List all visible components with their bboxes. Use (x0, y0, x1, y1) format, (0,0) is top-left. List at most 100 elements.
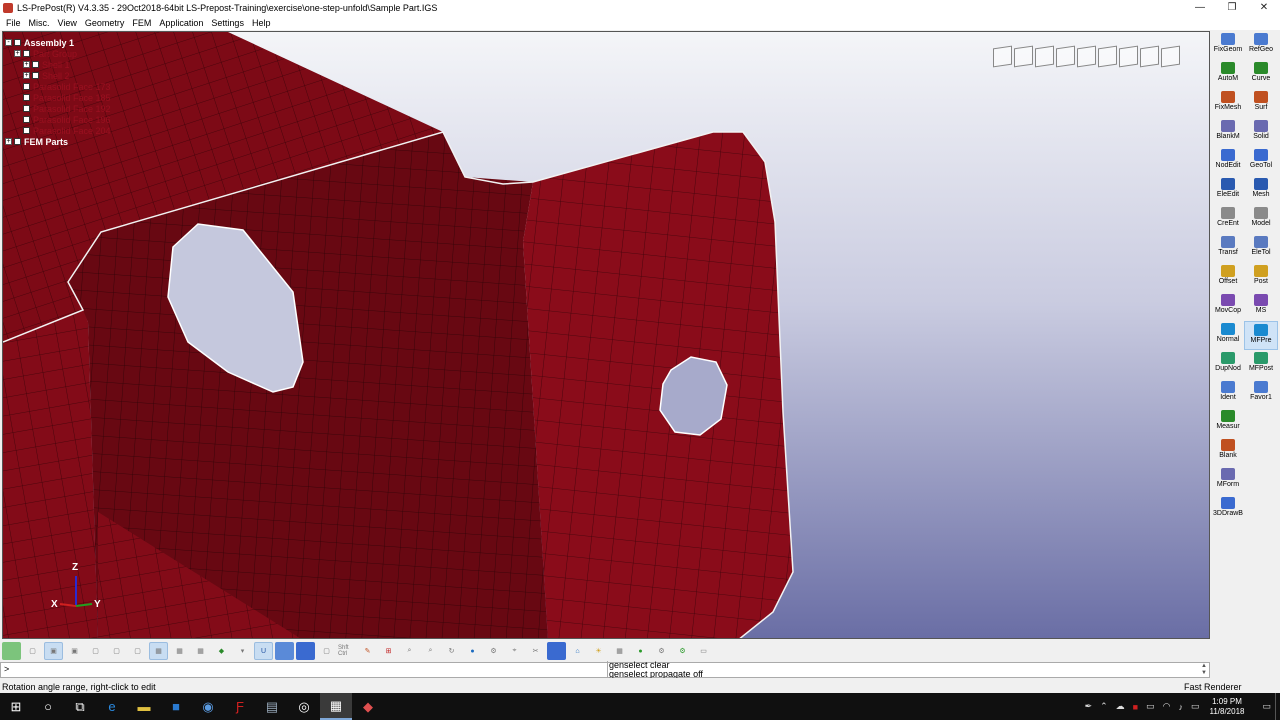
chevron-up-icon[interactable]: ⌃ (1100, 701, 1108, 712)
task-view-icon[interactable]: ⧉ (64, 693, 96, 720)
edge-browser-icon[interactable]: e (96, 693, 128, 720)
home-icon[interactable]: ⌂ (568, 642, 587, 660)
tree-row-child[interactable]: Parasolid Face 192 (5, 103, 111, 114)
screenshot-icon[interactable]: ▭ (694, 642, 713, 660)
toolbar-button-transf[interactable]: Transf (1211, 234, 1245, 263)
toolbar-button-eleedit[interactable]: EleEdit (1211, 176, 1245, 205)
keyboard-icon[interactable]: ▭ (1191, 701, 1200, 712)
menu-geometry[interactable]: Geometry (81, 18, 129, 28)
toolbar-button-curve[interactable]: Curve (1244, 60, 1278, 89)
graphics-viewport[interactable]: - Assembly 1 + Part Group + Shell 1 + Sh… (2, 31, 1210, 639)
pen-tray-icon[interactable]: ✒ (1085, 701, 1093, 712)
show-desktop-button[interactable] (1275, 693, 1280, 720)
toolbar-button-normal[interactable]: Normal (1211, 321, 1245, 350)
mesh-model[interactable] (3, 32, 1210, 639)
toolbar-button-blank[interactable]: Blank (1211, 437, 1245, 466)
output-scrollbar[interactable]: ▲ ▼ (1199, 663, 1209, 677)
start-windows-icon[interactable]: ⊞ (0, 693, 32, 720)
mesh-cube-icon[interactable]: ▦ (149, 642, 168, 660)
u-toggle-icon[interactable]: U (254, 642, 273, 660)
tree-row-child[interactable]: Parasolid Face 204 (5, 125, 111, 136)
document-app-icon[interactable]: ▤ (256, 693, 288, 720)
cursor-pick-icon[interactable]: ⌖ (505, 642, 524, 660)
toolbar-button-favor1[interactable]: Favor1 (1244, 379, 1278, 408)
tree-row-child[interactable]: + Shell 1 (5, 59, 111, 70)
toolbar-button-mfpost[interactable]: MFPost (1244, 350, 1278, 379)
view-cube-icon[interactable] (1098, 45, 1117, 68)
menu-fem[interactable]: FEM (128, 18, 155, 28)
circle-app-icon[interactable]: ◎ (288, 693, 320, 720)
menu-help[interactable]: Help (248, 18, 275, 28)
close-button[interactable]: ✕ (1248, 0, 1280, 15)
toolbar-button-movcop[interactable]: MovCop (1211, 292, 1245, 321)
checker-icon[interactable]: ▦ (610, 642, 629, 660)
menu-file[interactable]: File (2, 18, 25, 28)
zoom-box-icon[interactable]: ⌕ (421, 642, 440, 660)
wifi-icon[interactable]: ◠ (1163, 701, 1171, 712)
view-cube-icon[interactable] (1035, 45, 1054, 68)
tree-row-child[interactable]: Parasolid Face 185 (5, 92, 111, 103)
minimize-button[interactable]: — (1184, 0, 1216, 15)
feature-line-cube-icon[interactable]: ▢ (107, 642, 126, 660)
home-view-icon[interactable] (2, 642, 21, 660)
visibility-checkbox[interactable] (23, 94, 30, 101)
toolbar-button-blankm[interactable]: BlankM (1211, 118, 1245, 147)
visibility-checkbox[interactable] (23, 50, 30, 57)
clock[interactable]: 1:09 PM 11/8/2018 (1209, 697, 1244, 717)
app-task-icon[interactable]: ◆ (352, 693, 384, 720)
toolbar-button-refgeo[interactable]: RefGeo (1244, 31, 1278, 60)
tree-row-child[interactable]: Parasolid Face 173 (5, 81, 111, 92)
zoom-icon[interactable]: ⌕ (400, 642, 419, 660)
dropdown-arrow-icon[interactable]: ▾ (233, 642, 252, 660)
filezilla-icon[interactable]: Ƒ (224, 693, 256, 720)
gears-icon[interactable]: ⚙ (652, 642, 671, 660)
tree-row-assembly[interactable]: - Assembly 1 (5, 37, 111, 48)
visibility-checkbox[interactable] (23, 127, 30, 134)
view-cube-icon[interactable] (1014, 45, 1033, 68)
file-explorer-icon[interactable]: ▬ (128, 693, 160, 720)
toolbar-button-surf[interactable]: Surf (1244, 89, 1278, 118)
view-cube-icon[interactable] (1161, 45, 1180, 68)
transparent-cube-icon[interactable]: ▢ (317, 642, 336, 660)
notifications-icon[interactable]: ▭ (1262, 701, 1271, 712)
view-cube-icon[interactable] (993, 45, 1012, 68)
visibility-checkbox[interactable] (32, 61, 39, 68)
network-icon[interactable]: ▭ (1146, 701, 1155, 712)
visibility-checkbox[interactable] (23, 116, 30, 123)
toolbar-button-mfpre[interactable]: MFPre (1244, 321, 1278, 350)
hidden-line-cube-icon[interactable]: ▢ (86, 642, 105, 660)
view-cube-icon[interactable] (1140, 45, 1159, 68)
mesh-lines-cube-icon[interactable]: ▦ (170, 642, 189, 660)
toolbar-button-mesh[interactable]: Mesh (1244, 176, 1278, 205)
green-sphere-icon[interactable]: ● (631, 642, 650, 660)
toolbar-button-solid[interactable]: Solid (1244, 118, 1278, 147)
visibility-checkbox[interactable] (14, 138, 21, 145)
toolbar-button-model[interactable]: Model (1244, 205, 1278, 234)
view-cube-icon[interactable] (1119, 45, 1138, 68)
tree-row-child[interactable]: + Shell 2 (5, 70, 111, 81)
menu-view[interactable]: View (54, 18, 81, 28)
globe-icon[interactable]: ● (463, 642, 482, 660)
cloud-icon[interactable]: ☁ (1116, 701, 1125, 712)
rotate-icon[interactable]: ↻ (442, 642, 461, 660)
view-cube-icon[interactable] (1056, 45, 1075, 68)
solid-cube-icon[interactable] (296, 642, 315, 660)
expand-toggle[interactable]: + (14, 50, 21, 57)
toolbar-button-ms[interactable]: MS (1244, 292, 1278, 321)
toolbar-button-3ddrawb[interactable]: 3DDrawB (1211, 495, 1245, 524)
element-cube-icon[interactable]: ▦ (191, 642, 210, 660)
toolbar-button-nodedit[interactable]: NodEdit (1211, 147, 1245, 176)
collapse-toggle[interactable]: - (5, 39, 12, 46)
volume-icon[interactable]: ♪ (1178, 702, 1183, 712)
visibility-checkbox[interactable] (14, 39, 21, 46)
wireframe-cube-icon[interactable]: ▢ (23, 642, 42, 660)
toolbar-button-geotol[interactable]: GeoTol (1244, 147, 1278, 176)
toolbar-button-fixgeom[interactable]: FixGeom (1211, 31, 1245, 60)
tree-row-child[interactable]: Parasolid Face 196 (5, 114, 111, 125)
expand-toggle[interactable]: + (23, 72, 30, 79)
toolbar-button-autom[interactable]: AutoM (1211, 60, 1245, 89)
toolbar-button-measur[interactable]: Measur (1211, 408, 1245, 437)
cube-view-icon[interactable] (547, 642, 566, 660)
toolbar-button-offset[interactable]: Offset (1211, 263, 1245, 292)
toolbar-button-creent[interactable]: CreEnt (1211, 205, 1245, 234)
